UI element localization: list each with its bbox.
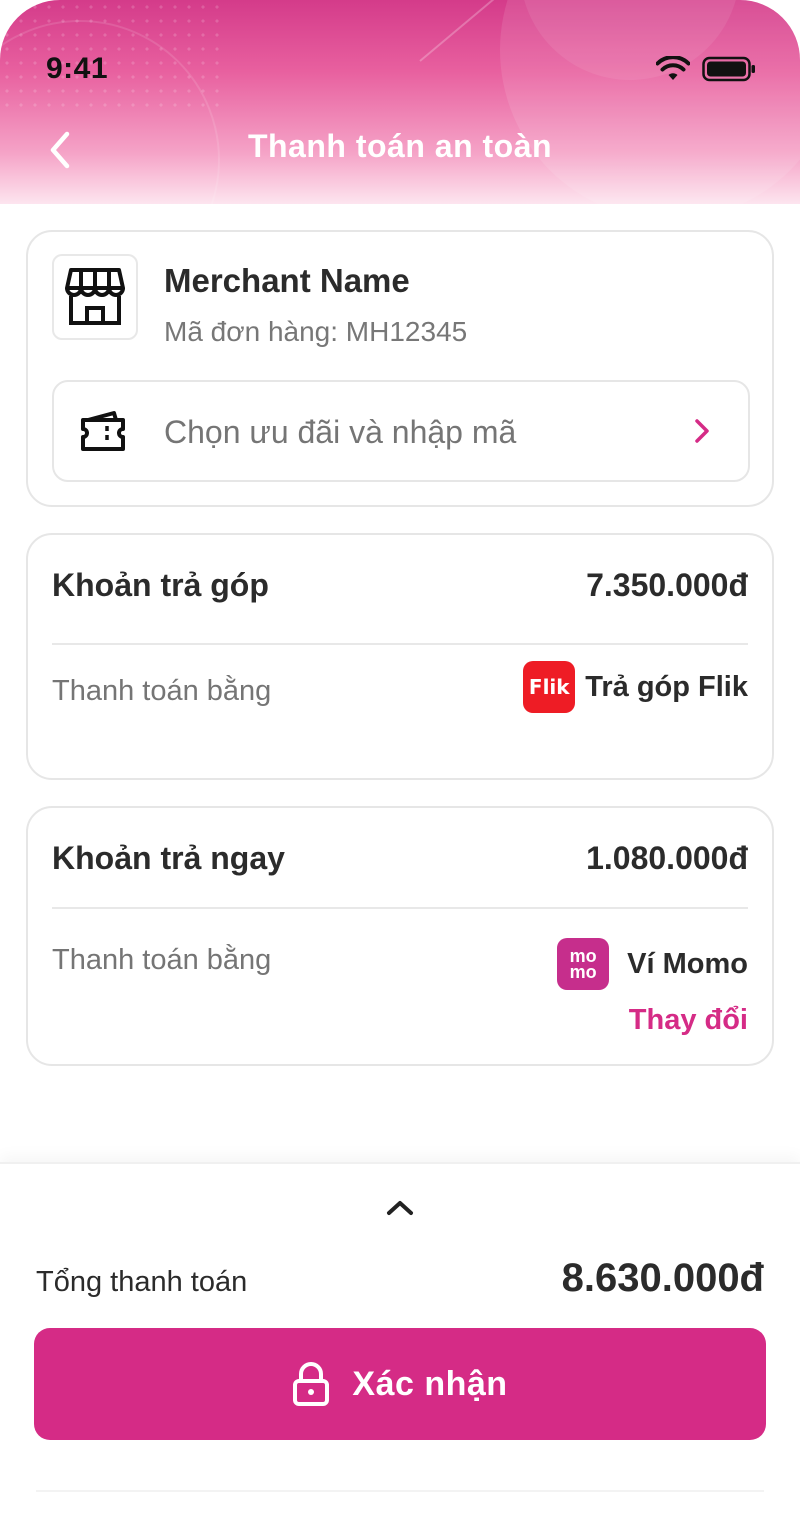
installment-amount: 7.350.000đ bbox=[586, 567, 748, 603]
merchant-card: Merchant Name Mã đơn hàng: MH12345 Chọn … bbox=[26, 230, 774, 507]
change-method-link[interactable]: Thay đổi bbox=[629, 1004, 748, 1037]
status-time: 9:41 bbox=[46, 52, 109, 85]
pay-now-method: mo mo Ví Momo bbox=[557, 938, 748, 990]
total-amount: 8.630.000đ bbox=[561, 1256, 764, 1300]
status-icons bbox=[656, 56, 756, 82]
wifi-icon bbox=[656, 56, 690, 80]
merchant-name: Merchant Name bbox=[164, 262, 410, 299]
battery-icon bbox=[702, 56, 755, 82]
lock-icon bbox=[293, 1362, 330, 1406]
chevron-right-icon bbox=[695, 419, 709, 443]
installment-title: Khoản trả góp bbox=[52, 567, 269, 603]
total-label: Tổng thanh toán bbox=[36, 1266, 248, 1298]
bottom-summary: Tổng thanh toán 8.630.000đ Xác nhận bbox=[0, 1162, 800, 1520]
flik-logo-icon: Flik bbox=[523, 661, 576, 713]
home-indicator bbox=[36, 1490, 764, 1492]
pay-now-amount: 1.080.000đ bbox=[586, 840, 748, 876]
installment-method: Flik Trả góp Flik bbox=[523, 661, 748, 713]
order-id: Mã đơn hàng: MH12345 bbox=[164, 316, 468, 347]
store-icon bbox=[65, 268, 125, 325]
header: 9:41 Thanh toán an toàn bbox=[0, 0, 800, 204]
confirm-label: Xác nhận bbox=[352, 1364, 508, 1403]
divider bbox=[52, 907, 748, 909]
merchant-logo bbox=[52, 254, 138, 340]
voucher-placeholder: Chọn ưu đãi và nhập mã bbox=[164, 414, 517, 450]
confirm-button[interactable]: Xác nhận bbox=[34, 1328, 766, 1440]
voucher-icon bbox=[81, 411, 125, 451]
momo-logo-bottom: mo bbox=[569, 962, 597, 982]
pay-now-title: Khoản trả ngay bbox=[52, 840, 285, 876]
chevron-up-icon[interactable] bbox=[384, 1196, 416, 1220]
divider bbox=[52, 643, 748, 645]
pay-now-pay-label: Thanh toán bằng bbox=[52, 944, 272, 976]
installment-method-name: Trả góp Flik bbox=[585, 670, 748, 703]
momo-logo-icon: mo mo bbox=[557, 938, 610, 990]
pay-now-card: Khoản trả ngay 1.080.000đ Thanh toán bằn… bbox=[26, 806, 774, 1066]
installment-pay-label: Thanh toán bằng bbox=[52, 675, 272, 707]
installment-card: Khoản trả góp 7.350.000đ Thanh toán bằng… bbox=[26, 533, 774, 780]
pay-now-method-name: Ví Momo bbox=[627, 947, 748, 980]
page-title: Thanh toán an toàn bbox=[247, 128, 553, 164]
voucher-selector[interactable]: Chọn ưu đãi và nhập mã bbox=[52, 380, 750, 482]
